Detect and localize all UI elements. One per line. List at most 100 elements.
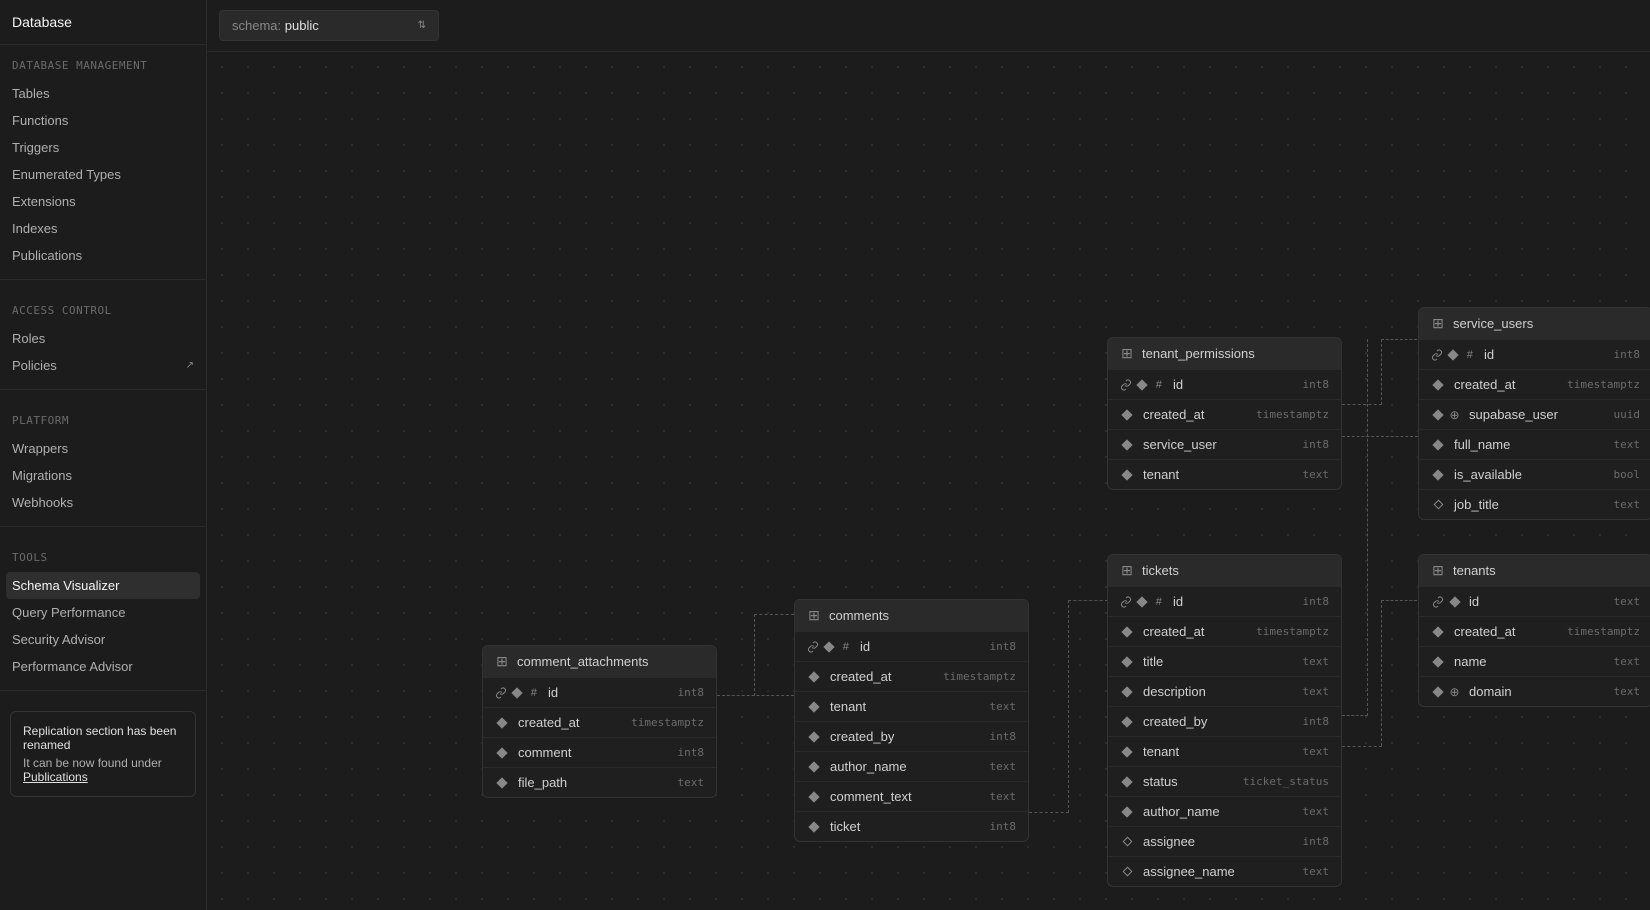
column-name: title bbox=[1143, 654, 1295, 669]
diamond-filled-icon bbox=[1431, 685, 1444, 699]
nav-item-performance-advisor[interactable]: Performance Advisor bbox=[0, 653, 206, 680]
table-column[interactable]: idtext bbox=[1419, 586, 1650, 616]
link-icon bbox=[1431, 595, 1444, 609]
table-column[interactable]: file_pathtext bbox=[483, 767, 716, 797]
column-type: timestamptz bbox=[1567, 625, 1640, 638]
nav-item-publications[interactable]: Publications bbox=[0, 242, 206, 269]
table-name: tickets bbox=[1142, 563, 1179, 578]
column-name: tenant bbox=[830, 699, 982, 714]
table-header[interactable]: comments bbox=[795, 600, 1028, 631]
nav-item-policies[interactable]: Policies↗ bbox=[0, 352, 206, 379]
table-column[interactable]: created_attimestamptz bbox=[1419, 369, 1650, 399]
nav-item-roles[interactable]: Roles bbox=[0, 325, 206, 352]
table-column[interactable]: idint8 bbox=[483, 677, 716, 707]
edge bbox=[1029, 812, 1069, 813]
table-header[interactable]: service_users bbox=[1419, 308, 1650, 339]
diamond-filled-icon bbox=[1120, 625, 1134, 639]
nav-item-functions[interactable]: Functions bbox=[0, 107, 206, 134]
table-tenants[interactable]: tenantsidtextcreated_attimestamptznamete… bbox=[1418, 554, 1650, 707]
nav-item-triggers[interactable]: Triggers bbox=[0, 134, 206, 161]
column-name: description bbox=[1143, 684, 1295, 699]
table-column[interactable]: author_nametext bbox=[1108, 796, 1341, 826]
table-header[interactable]: tenant_permissions bbox=[1108, 338, 1341, 369]
table-column[interactable]: service_userint8 bbox=[1108, 429, 1341, 459]
table-column[interactable]: titletext bbox=[1108, 646, 1341, 676]
section-heading: DATABASE MANAGEMENT bbox=[0, 45, 206, 80]
column-type: int8 bbox=[1303, 835, 1330, 848]
nav-item-migrations[interactable]: Migrations bbox=[0, 462, 206, 489]
table-column[interactable]: created_attimestamptz bbox=[795, 661, 1028, 691]
schema-select[interactable]: schema: public ⇅ bbox=[219, 10, 439, 41]
column-name: id bbox=[860, 639, 982, 654]
table-column[interactable]: assignee_nametext bbox=[1108, 856, 1341, 886]
table-comments[interactable]: commentsidint8created_attimestamptztenan… bbox=[794, 599, 1029, 842]
table-column[interactable]: created_byint8 bbox=[795, 721, 1028, 751]
table-column[interactable]: job_titletext bbox=[1419, 489, 1650, 519]
table-column[interactable]: statusticket_status bbox=[1108, 766, 1341, 796]
table-tickets[interactable]: ticketsidint8created_attimestamptztitlet… bbox=[1107, 554, 1342, 887]
table-column[interactable]: supabase_useruuid bbox=[1419, 399, 1650, 429]
nav-item-security-advisor[interactable]: Security Advisor bbox=[0, 626, 206, 653]
column-type: int8 bbox=[1303, 438, 1330, 451]
column-name: assignee bbox=[1143, 834, 1295, 849]
table-column[interactable]: idint8 bbox=[795, 631, 1028, 661]
nav-item-indexes[interactable]: Indexes bbox=[0, 215, 206, 242]
table-column[interactable]: tenanttext bbox=[795, 691, 1028, 721]
table-column[interactable]: created_byint8 bbox=[1108, 706, 1341, 736]
column-type: int8 bbox=[1303, 715, 1330, 728]
table-column[interactable]: idint8 bbox=[1419, 339, 1650, 369]
table-column[interactable]: is_availablebool bbox=[1419, 459, 1650, 489]
nav-item-schema-visualizer[interactable]: Schema Visualizer bbox=[6, 572, 200, 599]
table-column[interactable]: nametext bbox=[1419, 646, 1650, 676]
hash-icon bbox=[1464, 348, 1476, 362]
table-column[interactable]: created_attimestamptz bbox=[1108, 616, 1341, 646]
table-column[interactable]: tenanttext bbox=[1108, 459, 1341, 489]
diamond-filled-icon bbox=[1448, 595, 1461, 609]
external-link-icon: ↗ bbox=[186, 360, 194, 371]
table-comment_attachments[interactable]: comment_attachmentsidint8created_attimes… bbox=[482, 645, 717, 798]
nav-item-query-performance[interactable]: Query Performance bbox=[0, 599, 206, 626]
table-column[interactable]: author_nametext bbox=[795, 751, 1028, 781]
table-column[interactable]: ticketint8 bbox=[795, 811, 1028, 841]
table-service_users[interactable]: service_usersidint8created_attimestamptz… bbox=[1418, 307, 1650, 520]
column-type: timestamptz bbox=[631, 716, 704, 729]
table-tenant_permissions[interactable]: tenant_permissionsidint8created_attimest… bbox=[1107, 337, 1342, 490]
notice-link[interactable]: Publications bbox=[23, 770, 88, 784]
diamond-filled-icon bbox=[1120, 468, 1134, 482]
nav-item-wrappers[interactable]: Wrappers bbox=[0, 435, 206, 462]
diamond-filled-icon bbox=[1120, 655, 1134, 669]
diamond-filled-icon bbox=[495, 716, 509, 730]
table-column[interactable]: descriptiontext bbox=[1108, 676, 1341, 706]
chevron-updown-icon: ⇅ bbox=[418, 20, 426, 31]
diamond-filled-icon bbox=[1136, 595, 1148, 609]
table-column[interactable]: commentint8 bbox=[483, 737, 716, 767]
table-column[interactable]: idint8 bbox=[1108, 586, 1341, 616]
table-column[interactable]: created_attimestamptz bbox=[1419, 616, 1650, 646]
schema-canvas[interactable]: auth.users.id comment_attachmentsidint8c… bbox=[207, 52, 1650, 910]
nav-item-enumerated-types[interactable]: Enumerated Types bbox=[0, 161, 206, 188]
diamond-filled-icon bbox=[1120, 805, 1134, 819]
table-header[interactable]: tickets bbox=[1108, 555, 1341, 586]
table-header[interactable]: tenants bbox=[1419, 555, 1650, 586]
table-column[interactable]: full_nametext bbox=[1419, 429, 1650, 459]
table-column[interactable]: assignee int8 bbox=[1108, 826, 1341, 856]
edge bbox=[1342, 436, 1418, 437]
table-column[interactable]: domaintext bbox=[1419, 676, 1650, 706]
column-name: id bbox=[1469, 594, 1606, 609]
table-column[interactable]: comment_texttext bbox=[795, 781, 1028, 811]
table-header[interactable]: comment_attachments bbox=[483, 646, 716, 677]
column-name: created_at bbox=[1143, 624, 1248, 639]
table-column[interactable]: created_attimestamptz bbox=[483, 707, 716, 737]
diamond-filled-icon bbox=[807, 730, 821, 744]
nav-item-webhooks[interactable]: Webhooks bbox=[0, 489, 206, 516]
diamond-filled-icon bbox=[1431, 408, 1444, 422]
nav-item-tables[interactable]: Tables bbox=[0, 80, 206, 107]
column-type: text bbox=[990, 760, 1017, 773]
table-column[interactable]: created_attimestamptz bbox=[1108, 399, 1341, 429]
column-name: assignee_name bbox=[1143, 864, 1295, 879]
table-column[interactable]: idint8 bbox=[1108, 369, 1341, 399]
table-column[interactable]: tenanttext bbox=[1108, 736, 1341, 766]
column-name: name bbox=[1454, 654, 1606, 669]
section-heading: TOOLS bbox=[0, 537, 206, 572]
nav-item-extensions[interactable]: Extensions bbox=[0, 188, 206, 215]
